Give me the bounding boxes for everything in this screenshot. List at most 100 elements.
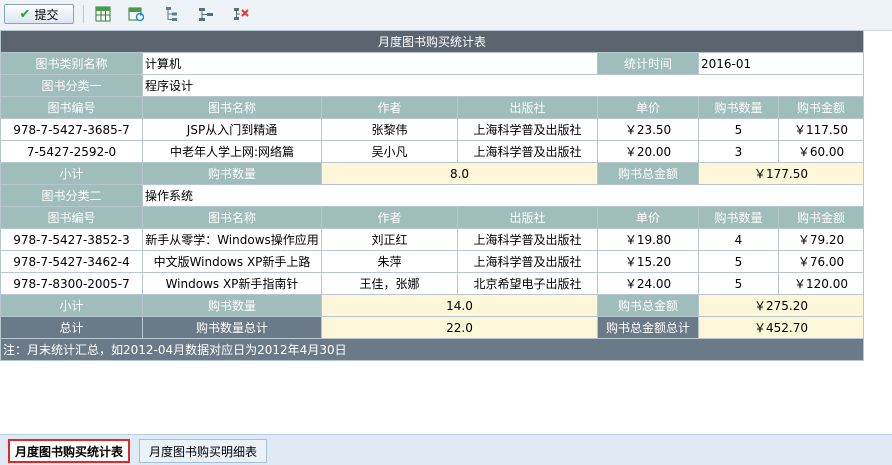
table-row: 978-7-5427-3685-7 JSP从入门到精通 张黎伟 上海科学普及出版社 ￥2…	[0, 118, 865, 141]
checkmark-icon: ✔	[19, 6, 31, 22]
footnote: 注：月末统计汇总，如2012-04月数据对应日为2012年4月30日	[0, 338, 865, 361]
column-header-book-name: 图书名称	[142, 206, 322, 229]
cell-amount: ￥60.00	[777, 140, 865, 163]
column-header-author: 作者	[321, 206, 458, 229]
subtotal-row: 小计 购书数量 14.0 购书总金额 ￥275.20	[0, 294, 865, 317]
cell-amount: ￥76.00	[777, 250, 865, 273]
subtotal-amount-label: 购书总金额	[597, 294, 699, 317]
tab-monthly-details[interactable]: 月度图书购买明细表	[139, 439, 267, 463]
report-title: 月度图书购买统计表	[0, 30, 865, 53]
cell-unit-price: ￥20.00	[597, 140, 699, 163]
tab-monthly-statistics[interactable]: 月度图书购买统计表	[8, 439, 130, 463]
category-label: 图书类别名称	[0, 52, 143, 75]
cell-quantity: 5	[698, 118, 779, 141]
column-header-publisher: 出版社	[457, 206, 598, 229]
total-qty-label: 购书数量总计	[142, 316, 322, 339]
column-header-book-name: 图书名称	[142, 96, 322, 119]
period-value: 2016-01	[697, 52, 865, 75]
subtotal-amount-value: ￥275.20	[697, 294, 865, 317]
subtotal-qty-value: 8.0	[321, 162, 598, 185]
column-header-book-id: 图书编号	[0, 206, 143, 229]
subtotal-label: 小计	[0, 294, 143, 317]
cell-book-name: Windows XP新手指南针	[142, 272, 322, 295]
cell-book-name: 中文版Windows XP新手上路	[142, 250, 322, 273]
total-label: 总计	[0, 316, 143, 339]
report-table: 月度图书购买统计表 图书类别名称 计算机 统计时间 2016-01 图书分类一程…	[0, 30, 865, 361]
note-row: 注：月末统计汇总，如2012-04月数据对应日为2012年4月30日	[0, 338, 865, 361]
total-amount-value: ￥452.70	[697, 316, 865, 339]
cell-book-id: 978-7-5427-3852-3	[0, 228, 143, 251]
total-qty-value: 22.0	[321, 316, 598, 339]
column-header-publisher: 出版社	[457, 96, 598, 119]
column-header-quantity: 购书数量	[698, 206, 779, 229]
category-row: 图书类别名称 计算机 统计时间 2016-01	[0, 52, 865, 75]
category-value: 计算机	[142, 52, 598, 75]
cell-book-name: 新手从零学：Windows操作应用	[142, 228, 322, 251]
cell-unit-price: ￥24.00	[597, 272, 699, 295]
cell-quantity: 5	[698, 250, 779, 273]
column-header-row: 图书编号 图书名称 作者 出版社 单价 购书数量 购书金额	[0, 96, 865, 119]
cell-book-id: 7-5427-2592-0	[0, 140, 143, 163]
submit-label: 提交	[34, 7, 59, 22]
excel-export-icon[interactable]	[95, 6, 111, 22]
group-name: 操作系统	[141, 184, 865, 207]
cell-quantity: 5	[698, 272, 779, 295]
cell-author: 朱萍	[321, 250, 458, 273]
tree-structure-icon[interactable]	[164, 6, 180, 22]
subtotal-qty-label: 购书数量	[142, 294, 322, 317]
cell-publisher: 上海科学普及出版社	[457, 250, 598, 273]
toolbar: ✔ 提交	[0, 0, 892, 31]
report-body: 月度图书购买统计表 图书类别名称 计算机 统计时间 2016-01 图书分类一程…	[0, 30, 865, 361]
cell-amount: ￥120.00	[777, 272, 865, 295]
subtotal-row: 小计 购书数量 8.0 购书总金额 ￥177.50	[0, 162, 865, 185]
subtotal-qty-label: 购书数量	[142, 162, 322, 185]
toolbar-separator	[83, 5, 84, 23]
cell-book-id: 978-7-5427-3462-4	[0, 250, 143, 273]
cell-amount: ￥117.50	[777, 118, 865, 141]
cell-author: 王佳，张娜	[321, 272, 458, 295]
cell-publisher: 上海科学普及出版社	[457, 118, 598, 141]
indent-icon[interactable]	[198, 6, 214, 22]
group-label: 图书分类一	[0, 74, 143, 97]
column-header-unit-price: 单价	[597, 96, 699, 119]
total-row: 总计 购书数量总计 22.0 购书总金额总计 ￥452.70	[0, 316, 865, 339]
table-row: 978-7-8300-2005-7 Windows XP新手指南针 王佳，张娜 北京希…	[0, 272, 865, 295]
cell-author: 刘正红	[321, 228, 458, 251]
group-header-row: 图书分类二 操作系统	[0, 184, 865, 207]
cell-amount: ￥79.20	[777, 228, 865, 251]
submit-button[interactable]: ✔ 提交	[4, 4, 74, 24]
cell-book-id: 978-7-5427-3685-7	[0, 118, 143, 141]
excel-refresh-icon[interactable]	[128, 6, 144, 22]
cell-unit-price: ￥19.80	[597, 228, 699, 251]
total-amount-label: 购书总金额总计	[597, 316, 699, 339]
cell-author: 张黎伟	[321, 118, 458, 141]
period-label: 统计时间	[597, 52, 699, 75]
group-header-row: 图书分类一 程序设计	[0, 74, 865, 97]
cell-quantity: 3	[698, 140, 779, 163]
subtotal-qty-value: 14.0	[321, 294, 598, 317]
subtotal-amount-label: 购书总金额	[597, 162, 699, 185]
column-header-row: 图书编号 图书名称 作者 出版社 单价 购书数量 购书金额	[0, 206, 865, 229]
group-label: 图书分类二	[0, 184, 143, 207]
table-row: 978-7-5427-3462-4 中文版Windows XP新手上路 朱萍 上海科学…	[0, 250, 865, 273]
cell-unit-price: ￥23.50	[597, 118, 699, 141]
sheet-tab-bar: 月度图书购买统计表 月度图书购买明细表	[0, 434, 892, 465]
cell-publisher: 北京希望电子出版社	[457, 272, 598, 295]
column-header-unit-price: 单价	[597, 206, 699, 229]
subtotal-amount-value: ￥177.50	[697, 162, 865, 185]
column-header-book-id: 图书编号	[0, 96, 143, 119]
cell-book-id: 978-7-8300-2005-7	[0, 272, 143, 295]
cell-book-name: JSP从入门到精通	[142, 118, 322, 141]
cell-unit-price: ￥15.20	[597, 250, 699, 273]
cell-book-name: 中老年人学上网:网络篇	[142, 140, 322, 163]
delete-icon[interactable]	[233, 6, 249, 22]
column-header-quantity: 购书数量	[698, 96, 779, 119]
column-header-amount: 购书金额	[777, 96, 865, 119]
title-row: 月度图书购买统计表	[0, 30, 865, 53]
table-row: 7-5427-2592-0 中老年人学上网:网络篇 吴小凡 上海科学普及出版社 ￥20.…	[0, 140, 865, 163]
cell-author: 吴小凡	[321, 140, 458, 163]
cell-quantity: 4	[698, 228, 779, 251]
cell-publisher: 上海科学普及出版社	[457, 140, 598, 163]
table-row: 978-7-5427-3852-3 新手从零学：Windows操作应用 刘正红 上海科…	[0, 228, 865, 251]
column-header-amount: 购书金额	[777, 206, 865, 229]
